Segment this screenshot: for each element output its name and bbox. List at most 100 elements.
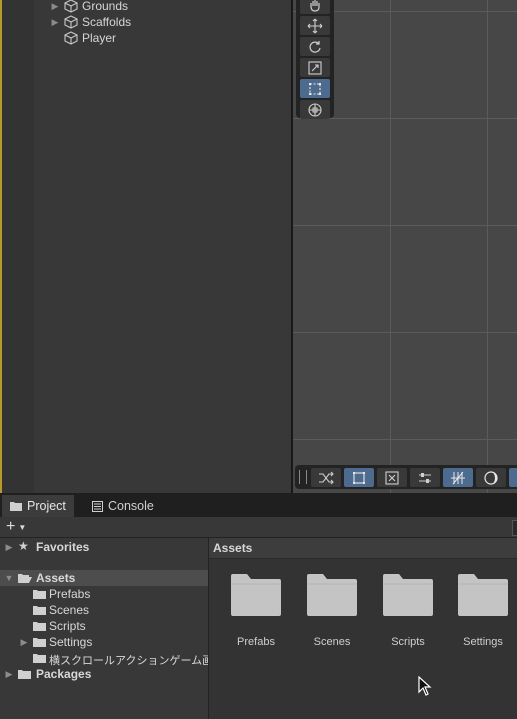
tree-item-packages[interactable]: ▶ Packages	[0, 666, 208, 682]
rotate-icon	[309, 40, 321, 53]
mouse-cursor-icon	[418, 676, 432, 696]
grid-line	[293, 225, 517, 226]
assets-grid: Assets Prefabs Scenes Scripts Settings	[209, 538, 517, 719]
asset-label: Settings	[463, 636, 503, 648]
rect-snap-button[interactable]	[344, 468, 374, 487]
snap-toggle-button[interactable]	[311, 468, 341, 487]
grid-toggle-button[interactable]	[443, 468, 473, 487]
grid-line	[293, 439, 517, 440]
hierarchy-item-label: Grounds	[82, 0, 129, 13]
hierarchy-panel: ▶ Grounds ▶ Scaffolds Player	[2, 0, 291, 493]
asset-label: Scenes	[313, 636, 351, 648]
shading-mode-button[interactable]	[476, 468, 506, 487]
move-tool-button[interactable]	[300, 16, 330, 35]
rect-icon	[309, 82, 321, 95]
gameobject-icon	[64, 31, 78, 45]
hierarchy-item-player[interactable]: Player	[50, 30, 116, 46]
sphere-icon	[484, 470, 498, 485]
console-icon	[92, 500, 103, 512]
snap-settings-button[interactable]	[410, 468, 440, 487]
tree-item-label: Assets	[36, 571, 76, 585]
breadcrumb-assets[interactable]: Assets	[213, 541, 252, 555]
gameobject-icon	[64, 15, 78, 29]
tree-item-assets[interactable]: ▼ Assets	[0, 570, 208, 586]
expand-arrow-icon[interactable]: ▶	[50, 17, 60, 28]
transform-icon	[308, 102, 322, 117]
folder-icon	[33, 638, 46, 647]
collapse-arrow-icon[interactable]: ▼	[4, 573, 14, 583]
move-icon	[307, 18, 323, 33]
asset-label: Scripts	[391, 636, 425, 648]
asset-folder-prefabs[interactable]: Prefabs	[221, 574, 291, 648]
panel-tabbar: Project Console	[0, 493, 517, 517]
tree-item-scenes[interactable]: Scenes	[0, 602, 208, 618]
hierarchy-item-label: Player	[82, 31, 117, 45]
tree-item-prefabs[interactable]: Prefabs	[0, 586, 208, 602]
tree-item-settings[interactable]: ▶ Settings	[0, 634, 208, 650]
grid-icon	[451, 471, 465, 484]
tree-item-favorites[interactable]: ▶ ★ Favorites	[0, 539, 208, 555]
hierarchy-gutter	[2, 0, 34, 493]
folder-icon	[231, 574, 281, 616]
tool-overlay	[296, 0, 334, 119]
search-field[interactable]	[512, 520, 517, 536]
expand-arrow-icon[interactable]: ▶	[4, 669, 14, 680]
scene-view[interactable]	[293, 0, 517, 493]
hand-tool-button[interactable]	[300, 0, 330, 14]
open-folder-icon	[18, 574, 32, 583]
asset-folder-scripts[interactable]: Scripts	[373, 574, 443, 648]
tree-item-label: 横スクロールアクションゲーム画像素	[49, 655, 208, 666]
expand-arrow-icon[interactable]: ▶	[50, 1, 60, 12]
rect-icon	[353, 471, 365, 484]
tree-item-label: Packages	[36, 667, 92, 681]
tab-label: Project	[27, 499, 66, 513]
folder-icon	[383, 574, 433, 616]
folder-icon	[10, 502, 22, 511]
grid-snap-button[interactable]	[377, 468, 407, 487]
gameobject-icon	[64, 0, 78, 13]
folder-icon	[33, 590, 46, 599]
more-button[interactable]	[509, 468, 517, 487]
folder-icon	[18, 670, 31, 679]
expand-arrow-icon[interactable]: ▶	[19, 637, 29, 648]
hierarchy-item-scaffolds[interactable]: ▶ Scaffolds	[50, 14, 132, 30]
folder-icon	[33, 654, 46, 663]
drag-handle-icon[interactable]	[299, 470, 307, 484]
tree-item-sprite-folder[interactable]: 横スクロールアクションゲーム画像素	[0, 650, 208, 666]
scale-snap-icon	[385, 470, 399, 485]
shuffle-icon	[319, 471, 334, 484]
scale-icon	[308, 60, 322, 75]
rotate-tool-button[interactable]	[300, 37, 330, 56]
folder-icon	[33, 622, 46, 631]
tab-project[interactable]: Project	[2, 495, 74, 517]
grid-line	[293, 332, 517, 333]
expand-arrow-icon[interactable]: ▶	[4, 542, 14, 553]
assets-breadcrumb: Assets	[209, 538, 517, 559]
asset-folder-scenes[interactable]: Scenes	[297, 574, 367, 648]
sliders-icon	[419, 472, 431, 483]
add-dropdown-button[interactable]: + ▼	[6, 519, 34, 535]
focus-edge-line	[0, 0, 2, 493]
folder-tree: ▶ ★ Favorites ▼ Assets Prefabs Scenes Sc…	[0, 538, 208, 719]
tree-item-label: Scripts	[49, 619, 86, 633]
grid-line	[390, 0, 391, 493]
tree-item-label: Favorites	[36, 540, 90, 554]
rect-tool-button[interactable]	[300, 79, 330, 98]
asset-folder-settings[interactable]: Settings	[448, 574, 517, 648]
folder-icon	[458, 574, 508, 616]
tree-item-label: Prefabs	[49, 587, 91, 601]
scene-bottom-toolbar	[295, 465, 517, 489]
transform-tool-button[interactable]	[300, 100, 330, 119]
scale-tool-button[interactable]	[300, 58, 330, 77]
hierarchy-item-grounds[interactable]: ▶ Grounds	[50, 0, 128, 14]
hierarchy-item-label: Scaffolds	[82, 15, 132, 29]
star-icon: ★	[18, 539, 29, 553]
chevron-down-icon: ▼	[18, 522, 27, 532]
folder-icon	[307, 574, 357, 616]
project-toolbar: + ▼	[0, 517, 517, 538]
tab-console[interactable]: Console	[84, 495, 162, 517]
grid-line	[487, 0, 488, 493]
project-panel: Project Console + ▼ ▶ ★ Favorites ▼ Asse…	[0, 493, 517, 719]
tree-item-scripts[interactable]: Scripts	[0, 618, 208, 634]
tab-label: Console	[108, 499, 154, 513]
